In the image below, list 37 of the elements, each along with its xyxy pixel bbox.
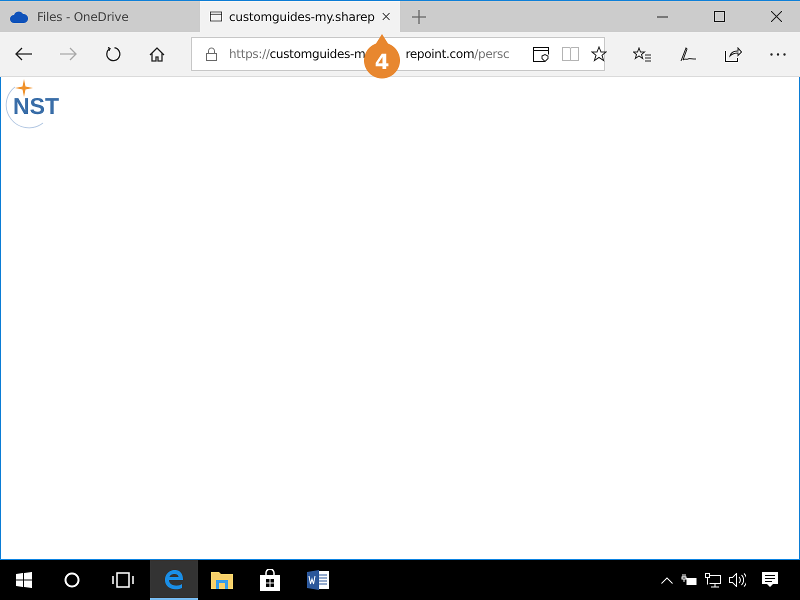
logo: NST	[3, 79, 71, 127]
star-icon[interactable]	[591, 46, 608, 62]
taskbar-app[interactable]	[150, 560, 198, 600]
shopping-bag-icon	[260, 569, 280, 591]
page-icon	[210, 10, 222, 23]
url-host: customguides-m	[270, 47, 366, 61]
favorites-list-icon[interactable]	[633, 46, 651, 62]
speaker-icon[interactable]	[729, 573, 746, 587]
share-icon[interactable]	[725, 46, 742, 62]
new-tab-icon[interactable]	[412, 10, 426, 24]
more-icon[interactable]	[770, 52, 786, 56]
shield-icon[interactable]	[533, 46, 550, 62]
chevron-up-icon[interactable]	[661, 576, 673, 584]
browser-tab[interactable]: Files - OneDrive	[0, 1, 200, 32]
network-icon[interactable]	[705, 572, 721, 588]
url-path: /persc	[474, 47, 510, 61]
minimize-icon[interactable]	[657, 16, 668, 18]
windows-start-icon[interactable]	[16, 572, 32, 588]
pen-icon[interactable]	[679, 46, 697, 62]
battery-icon[interactable]	[681, 574, 697, 586]
lock-icon	[206, 47, 217, 61]
task-view-icon[interactable]	[112, 572, 134, 588]
cloud-icon	[10, 10, 28, 22]
close-icon[interactable]	[771, 11, 782, 22]
refresh-icon[interactable]	[105, 46, 121, 62]
url-host: repoint.com	[405, 47, 474, 61]
home-icon[interactable]	[149, 46, 165, 62]
browser-tab[interactable]: customguides-my.sharep	[200, 1, 400, 32]
url-scheme: https://	[229, 47, 270, 61]
back-icon[interactable]	[15, 47, 32, 61]
close-icon[interactable]	[382, 11, 390, 22]
browser-icon	[163, 568, 185, 590]
maximize-icon[interactable]	[714, 11, 725, 22]
folder-icon	[211, 571, 233, 589]
notification-icon[interactable]	[762, 572, 778, 588]
document-icon	[307, 570, 329, 590]
search-icon[interactable]	[64, 572, 80, 588]
